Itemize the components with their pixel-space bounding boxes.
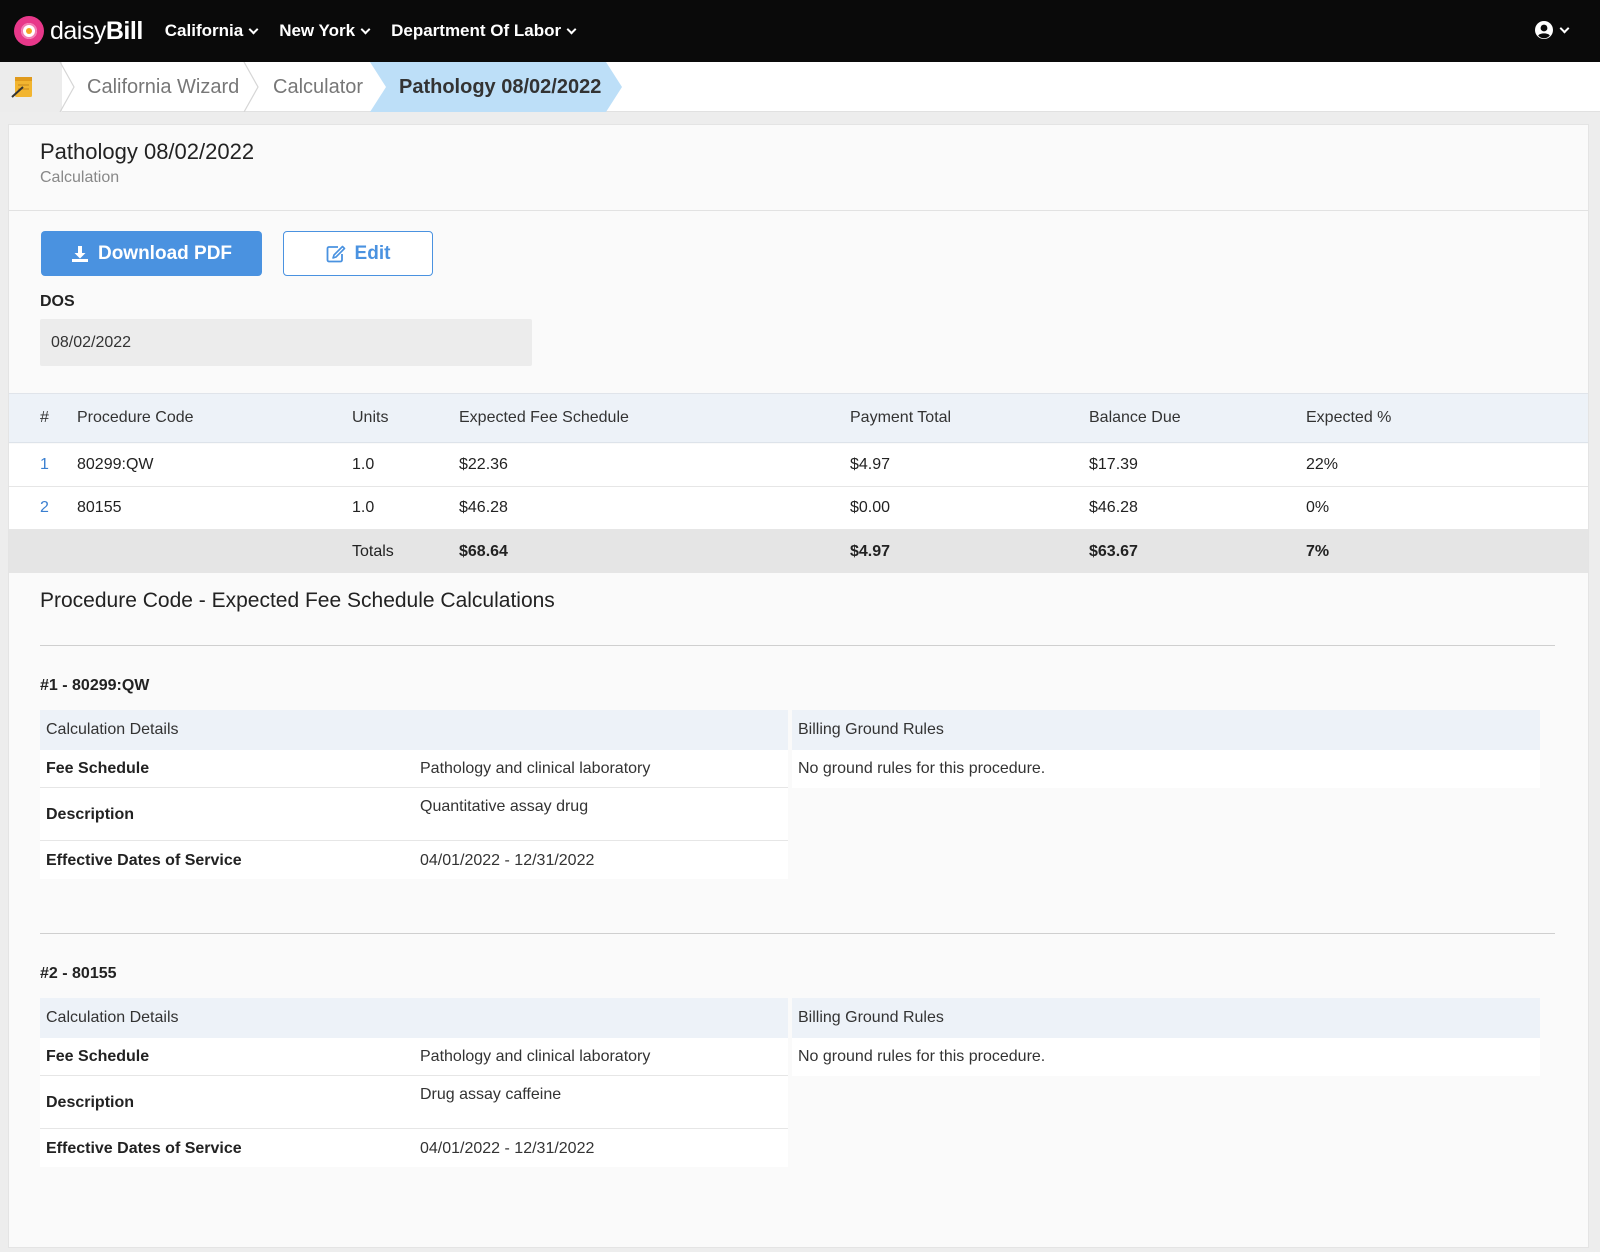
nav-label: Department Of Labor [391, 21, 562, 40]
units: 1.0 [352, 456, 375, 473]
column-header: Units [352, 409, 389, 426]
column-header: Expected % [1306, 409, 1392, 426]
detail-key: Effective Dates of Service [46, 852, 242, 869]
user-menu[interactable] [1534, 20, 1570, 40]
ground-rules-text: No ground rules for this procedure. [792, 1038, 1540, 1076]
row-index-link[interactable]: 1 [40, 444, 49, 486]
detail-value: Pathology and clinical laboratory [420, 1048, 651, 1065]
divider [40, 933, 1555, 934]
procedure-code: 80299:QW [77, 456, 154, 473]
expected-percent: 0% [1306, 499, 1330, 516]
user-circle-icon [1535, 21, 1553, 39]
divider [40, 645, 1555, 646]
detail-row: Effective Dates of Service 04/01/2022 - … [40, 1129, 788, 1167]
breadcrumb-california-wizard[interactable]: California Wizard [87, 62, 239, 112]
detail-row: Description Quantitative assay drug [40, 788, 788, 841]
billing-ground-rules-card: Billing Ground Rules No ground rules for… [792, 710, 1540, 788]
breadcrumb-current[interactable]: Pathology 08/02/2022 [399, 62, 601, 112]
detail-row: Fee Schedule Pathology and clinical labo… [40, 750, 788, 788]
edit-label: Edit [354, 242, 391, 264]
column-header: Procedure Code [77, 409, 194, 426]
procedure-title: #1 - 80299:QW [40, 677, 150, 694]
download-icon [71, 245, 89, 263]
chevron-down-icon [360, 24, 371, 34]
breadcrumb-separator [59, 62, 75, 112]
expected-fee: $46.28 [459, 499, 508, 516]
column-header: Balance Due [1089, 409, 1181, 426]
page-title: Pathology 08/02/2022 [40, 139, 255, 164]
units: 1.0 [352, 499, 375, 516]
detail-key: Description [46, 806, 135, 823]
detail-key: Fee Schedule [46, 1048, 150, 1065]
divider [9, 210, 1588, 211]
table-row: 1 80299:QW 1.0 $22.36 $4.97 $17.39 22% [9, 444, 1588, 487]
procedure-title: #2 - 80155 [40, 965, 117, 982]
detail-row: Fee Schedule Pathology and clinical labo… [40, 1038, 788, 1076]
chevron-down-icon [1559, 23, 1570, 33]
column-header: Expected Fee Schedule [459, 409, 629, 426]
billing-ground-rules-card: Billing Ground Rules No ground rules for… [792, 998, 1540, 1076]
expected-percent: 22% [1306, 456, 1339, 473]
brand-name: daisyBill [50, 16, 143, 45]
detail-key: Fee Schedule [46, 760, 150, 777]
detail-value: Quantitative assay drug [420, 798, 589, 815]
detail-row: Description Drug assay caffeine [40, 1076, 788, 1129]
card-heading: Calculation Details [40, 710, 788, 750]
detail-value: 04/01/2022 - 12/31/2022 [420, 1140, 595, 1157]
main-panel: Pathology 08/02/2022 Calculation Downloa… [8, 124, 1589, 1248]
nav-new-york[interactable]: New York [279, 21, 371, 41]
top-navbar: daisyBill California New York Department… [0, 0, 1600, 62]
section-title: Procedure Code - Expected Fee Schedule C… [40, 589, 555, 612]
total-payment: $4.97 [850, 542, 891, 560]
nav-california[interactable]: California [164, 21, 259, 41]
totals-row: Totals $68.64 $4.97 $63.67 7% [9, 530, 1588, 573]
dos-label: DOS [40, 293, 75, 310]
row-index-link[interactable]: 2 [40, 487, 49, 529]
card-heading: Billing Ground Rules [792, 998, 1540, 1038]
notepad-icon [11, 77, 32, 98]
edit-button[interactable]: Edit [283, 231, 433, 276]
detail-value: Drug assay caffeine [420, 1086, 562, 1103]
card-heading: Billing Ground Rules [792, 710, 1540, 750]
card-heading: Calculation Details [40, 998, 788, 1038]
detail-value: Pathology and clinical laboratory [420, 760, 651, 777]
detail-value: 04/01/2022 - 12/31/2022 [420, 852, 595, 869]
ground-rules-text: No ground rules for this procedure. [792, 750, 1540, 788]
breadcrumb-separator [243, 62, 259, 112]
totals-label: Totals [352, 542, 394, 560]
balance-due: $46.28 [1089, 499, 1138, 516]
calculation-details-card: Calculation Details Fee Schedule Patholo… [40, 710, 788, 879]
download-pdf-button[interactable]: Download PDF [41, 231, 262, 276]
balance-due: $17.39 [1089, 456, 1138, 473]
total-expected-percent: 7% [1306, 542, 1330, 560]
page-subtitle: Calculation [40, 169, 120, 186]
breadcrumb: California Wizard Calculator Pathology 0… [0, 62, 1600, 112]
total-expected-fee: $68.64 [459, 542, 508, 560]
dos-field: 08/02/2022 [40, 319, 532, 366]
detail-key: Effective Dates of Service [46, 1140, 242, 1157]
column-header: # [40, 409, 49, 426]
chevron-down-icon [248, 24, 259, 34]
expected-fee: $22.36 [459, 456, 508, 473]
total-balance: $63.67 [1089, 542, 1138, 560]
summary-table-header: # Procedure Code Units Expected Fee Sche… [9, 393, 1588, 443]
breadcrumb-home[interactable] [0, 62, 62, 112]
payment-total: $4.97 [850, 456, 891, 473]
procedure-code: 80155 [77, 499, 122, 516]
nav-label: New York [279, 21, 356, 40]
chevron-down-icon [566, 24, 577, 34]
daisy-logo-icon [14, 16, 44, 46]
calculation-details-card: Calculation Details Fee Schedule Patholo… [40, 998, 788, 1167]
nav-label: California [164, 21, 244, 40]
nav-department-of-labor[interactable]: Department Of Labor [391, 21, 577, 41]
detail-row: Effective Dates of Service 04/01/2022 - … [40, 841, 788, 879]
detail-key: Description [46, 1094, 135, 1111]
breadcrumb-calculator[interactable]: Calculator [273, 62, 363, 112]
download-pdf-label: Download PDF [97, 242, 233, 264]
edit-icon [326, 245, 346, 263]
column-header: Payment Total [850, 409, 952, 426]
brand-logo[interactable]: daisyBill [14, 16, 143, 46]
table-row: 2 80155 1.0 $46.28 $0.00 $46.28 0% [9, 487, 1588, 530]
payment-total: $0.00 [850, 499, 891, 516]
